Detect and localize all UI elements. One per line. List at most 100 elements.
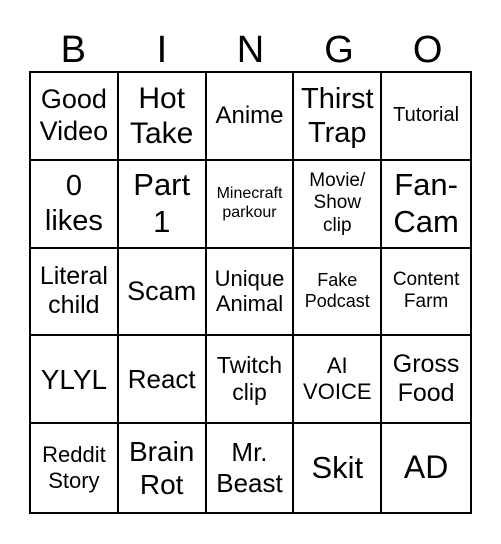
- bingo-cell[interactable]: Brain Rot: [119, 424, 207, 512]
- bingo-cell-line: Mr.: [231, 437, 268, 468]
- bingo-cell-line: Story: [48, 468, 100, 494]
- bingo-cell-line: Tutorial: [393, 104, 460, 127]
- bingo-cell-line: React: [127, 363, 196, 394]
- bingo-cell-text: Content Farm: [393, 269, 460, 314]
- bingo-cell[interactable]: Tutorial: [382, 73, 470, 161]
- bingo-cell-line: 1: [153, 203, 171, 239]
- bingo-cell-line: Twitch: [216, 352, 283, 379]
- bingo-cell-text: Fake Podcast: [305, 270, 370, 312]
- bingo-cell-line: Brain: [129, 436, 195, 468]
- bingo-cell-line: Fan-: [394, 167, 458, 203]
- bingo-cell-line: Food: [397, 379, 455, 408]
- bingo-cell-text: Hot Take: [130, 81, 193, 152]
- bingo-cell-text: Good Video: [40, 84, 109, 148]
- bingo-cell-text: Part 1: [133, 167, 190, 240]
- bingo-cell[interactable]: Minecraft parkour: [206, 160, 295, 249]
- bingo-cell-text: AI VOICE: [303, 353, 371, 405]
- bingo-cell-text: Brain Rot: [129, 435, 194, 501]
- bingo-cell-line: Take: [130, 116, 194, 150]
- bingo-cell[interactable]: AD: [382, 424, 470, 512]
- bingo-cell-line: Animal: [215, 291, 284, 317]
- bingo-cell-text: Reddit Story: [42, 442, 106, 494]
- header-letter-b: B: [60, 29, 86, 71]
- bingo-cell[interactable]: Fan- Cam: [382, 161, 470, 249]
- bingo-cell[interactable]: Literal child: [31, 248, 119, 337]
- bingo-cell-line: Thirst: [301, 82, 374, 115]
- bingo-cell-text: Movie/Show clip: [309, 170, 365, 237]
- header-letter-n: N: [236, 29, 265, 71]
- bingo-cell-text: Scam: [127, 276, 196, 308]
- bingo-cell[interactable]: Part 1: [118, 160, 207, 249]
- bingo-cell[interactable]: Thirst Trap: [294, 73, 383, 161]
- bingo-cell[interactable]: React: [118, 336, 207, 425]
- bingo-cell[interactable]: Mr. Beast: [207, 424, 295, 512]
- bingo-cell-line: Good: [40, 84, 107, 115]
- bingo-cell-line: parkour: [222, 203, 277, 221]
- bingo-cell-line: 0: [65, 170, 82, 203]
- bingo-cell-line: Minecraft: [216, 184, 283, 202]
- bingo-cell-line: Farm: [403, 291, 449, 313]
- bingo-cell-text: Anime: [215, 102, 283, 130]
- header-letter-o: O: [412, 29, 443, 71]
- header-letter-i: I: [156, 29, 168, 71]
- bingo-cell[interactable]: AI VOICE: [294, 336, 383, 425]
- bingo-cell-text: Thirst Trap: [301, 82, 374, 150]
- bingo-cell[interactable]: Hot Take: [118, 73, 207, 161]
- bingo-cell[interactable]: Reddit Story: [31, 424, 119, 512]
- bingo-cell-text: AD: [404, 449, 448, 487]
- bingo-cell-line: AD: [403, 449, 449, 486]
- bingo-cell[interactable]: Good Video: [31, 73, 119, 161]
- bingo-cell-text: Literal child: [40, 262, 108, 321]
- bingo-cell-line: Part: [133, 167, 191, 203]
- bingo-cell-text: Mr. Beast: [216, 437, 283, 498]
- bingo-cell-line: Hot: [138, 81, 186, 115]
- bingo-cell[interactable]: Twitch clip: [206, 336, 295, 425]
- bingo-cell-text: Gross Food: [393, 350, 460, 409]
- bingo-cell-line: Content: [392, 269, 460, 291]
- bingo-cell[interactable]: Movie/Show clip: [294, 160, 383, 249]
- header-letter-g: G: [324, 29, 354, 71]
- bingo-cell-line: clip: [323, 214, 352, 236]
- bingo-cell-line: likes: [44, 204, 103, 237]
- bingo-cell-text: Tutorial: [393, 104, 459, 128]
- bingo-cell-line: YLYL: [40, 363, 108, 395]
- bingo-cell-line: Trap: [308, 116, 367, 149]
- bingo-header: B I N G O: [29, 30, 472, 70]
- bingo-cell[interactable]: Scam: [118, 248, 207, 337]
- bingo-cell-line: Reddit: [42, 442, 106, 468]
- bingo-cell-line: Cam: [393, 203, 459, 239]
- bingo-cell-line: Beast: [216, 468, 283, 499]
- bingo-cell-text: Twitch clip: [217, 352, 282, 406]
- bingo-cell[interactable]: 0 likes: [31, 160, 119, 249]
- bingo-cell-text: Unique Animal: [215, 266, 285, 318]
- bingo-cell-text: Fan- Cam: [393, 167, 458, 240]
- bingo-cell-line: Scam: [127, 275, 197, 306]
- bingo-cell-line: VOICE: [303, 379, 372, 405]
- bingo-cell[interactable]: Skit: [294, 424, 383, 512]
- bingo-cell-line: Video: [39, 115, 109, 146]
- bingo-cell-line: Anime: [215, 101, 284, 129]
- bingo-cell-line: Skit: [311, 449, 364, 485]
- bingo-cell-text: 0 likes: [45, 169, 103, 237]
- bingo-cell-line: clip: [232, 379, 267, 406]
- bingo-cell-line: Show: [313, 192, 362, 214]
- bingo-cell-line: Gross: [392, 349, 460, 378]
- bingo-cell-line: Unique: [214, 265, 285, 291]
- bingo-cell-line: Podcast: [304, 291, 370, 312]
- bingo-cell[interactable]: Unique Animal: [206, 248, 295, 337]
- bingo-cell-text: YLYL: [41, 363, 107, 396]
- bingo-cell-line: Movie/: [309, 170, 366, 192]
- bingo-cell[interactable]: Anime: [206, 73, 295, 161]
- bingo-cell[interactable]: YLYL: [31, 336, 119, 425]
- bingo-cell-text: Minecraft parkour: [217, 185, 283, 223]
- bingo-cell-line: Fake: [317, 270, 358, 291]
- bingo-cell[interactable]: Content Farm: [382, 249, 470, 337]
- bingo-cell-line: Literal: [39, 261, 108, 290]
- bingo-cell[interactable]: Gross Food: [382, 336, 470, 425]
- bingo-cell-line: Rot: [139, 469, 184, 501]
- bingo-cell-line: child: [48, 291, 100, 320]
- bingo-cell-line: AI: [326, 353, 348, 379]
- bingo-card-grid: Good Video Hot Take Anime Thirst Trap Tutorial 0…: [29, 71, 472, 514]
- bingo-cell[interactable]: Fake Podcast: [294, 248, 383, 337]
- bingo-cell-text: React: [128, 364, 196, 395]
